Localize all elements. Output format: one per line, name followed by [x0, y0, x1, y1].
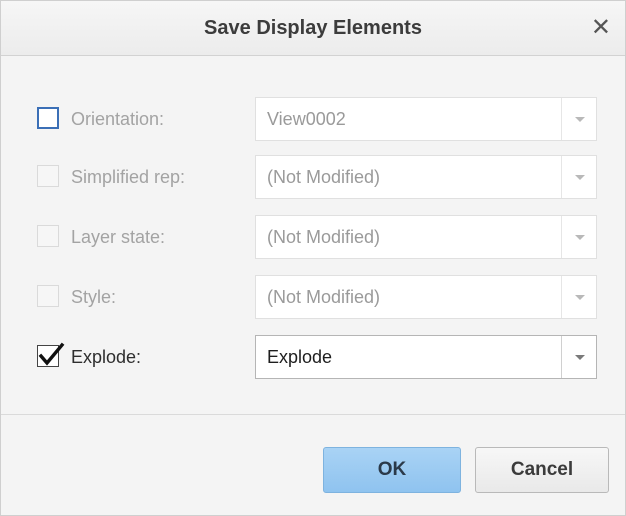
explode-checkbox[interactable] [37, 342, 65, 367]
chevron-down-icon [575, 295, 585, 300]
dialog-title: Save Display Elements [204, 17, 422, 39]
style-select: (Not Modified) [255, 275, 597, 319]
title-bar: Save Display Elements ✕ [1, 1, 625, 56]
save-display-elements-dialog: Save Display Elements ✕ Orientation: Vie… [0, 0, 626, 516]
explode-select[interactable]: Explode [255, 335, 597, 379]
simplified-rep-dropdown-button [561, 156, 596, 198]
cancel-button[interactable]: Cancel [475, 447, 609, 493]
layer-state-select-value: (Not Modified) [267, 227, 381, 247]
explode-row: Explode: Explode [37, 335, 597, 379]
orientation-dropdown-button [561, 98, 596, 140]
orientation-select: View0002 [255, 97, 597, 141]
style-label: Style: [71, 287, 117, 307]
style-row: Style: (Not Modified) [37, 275, 597, 319]
style-checkbox[interactable] [37, 285, 59, 307]
simplified-rep-label: Simplified rep: [71, 167, 186, 187]
chevron-down-icon [575, 175, 585, 180]
simplified-rep-select: (Not Modified) [255, 155, 597, 199]
layer-state-row: Layer state: (Not Modified) [37, 215, 597, 259]
style-select-value: (Not Modified) [267, 287, 381, 307]
simplified-rep-select-value: (Not Modified) [267, 167, 381, 187]
layer-state-checkbox[interactable] [37, 225, 59, 247]
explode-dropdown-button[interactable] [561, 336, 596, 378]
checkmark-icon [38, 342, 65, 366]
orientation-checkbox[interactable] [37, 107, 59, 129]
orientation-select-value: View0002 [267, 109, 346, 129]
explode-select-value: Explode [267, 347, 333, 367]
chevron-down-icon [575, 117, 585, 122]
simplified-rep-row: Simplified rep: (Not Modified) [37, 155, 597, 199]
layer-state-dropdown-button [561, 216, 596, 258]
orientation-row: Orientation: View0002 [37, 97, 597, 141]
style-dropdown-button [561, 276, 596, 318]
ok-button[interactable]: OK [323, 447, 461, 493]
chevron-down-icon [575, 355, 585, 360]
footer-divider [1, 414, 625, 415]
simplified-rep-checkbox[interactable] [37, 165, 59, 187]
chevron-down-icon [575, 235, 585, 240]
layer-state-select: (Not Modified) [255, 215, 597, 259]
close-icon[interactable]: ✕ [591, 1, 611, 55]
layer-state-label: Layer state: [71, 227, 166, 247]
orientation-label: Orientation: [71, 109, 165, 129]
explode-label: Explode: [71, 347, 142, 367]
